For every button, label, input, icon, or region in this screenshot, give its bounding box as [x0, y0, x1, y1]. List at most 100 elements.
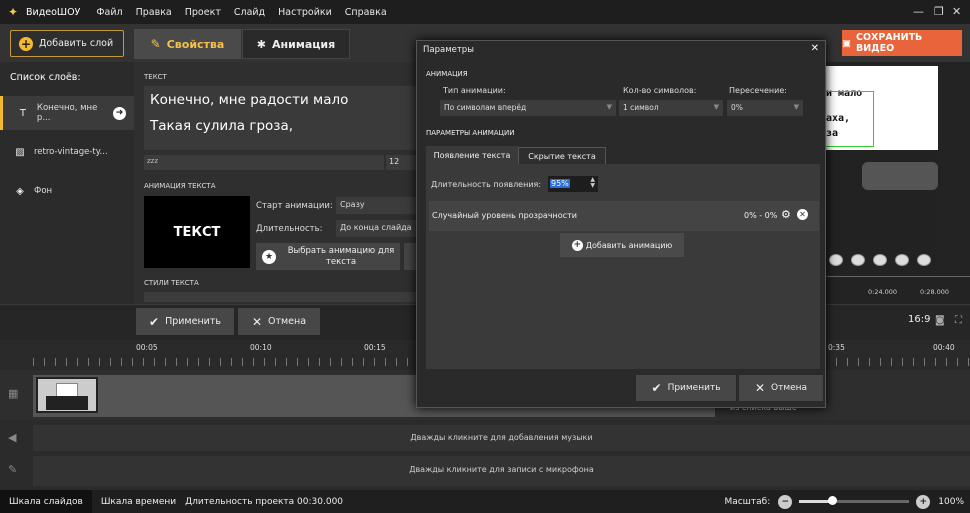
add-animation-label: Добавить анимацию	[585, 240, 673, 250]
add-animation-button[interactable]: + Добавить анимацию	[560, 233, 684, 257]
effect-range: 0% - 0%	[744, 211, 778, 220]
menu-project[interactable]: Проект	[185, 7, 221, 18]
appear-duration-label: Длительность появления:	[431, 180, 542, 189]
layer-label: Конечно, мне р...	[36, 103, 98, 123]
font-select[interactable]: zzz	[144, 155, 384, 170]
extra-button[interactable]	[404, 243, 416, 270]
save-video-label: СОХРАНИТЬ ВИДЕО	[855, 32, 923, 54]
layer-item-text[interactable]: T Конечно, мне р... ➜	[0, 96, 134, 130]
appear-panel	[426, 164, 820, 369]
cancel-button[interactable]: ✕ Отмена	[238, 308, 320, 335]
dialog-cancel-label: Отмена	[771, 383, 808, 393]
choose-animation-button[interactable]: ★ Выбрать анимацию для текста	[256, 243, 400, 270]
key	[829, 254, 843, 266]
appear-duration-input[interactable]: 95% ▲ ▼	[548, 176, 598, 192]
tab-time-scale[interactable]: Шкала времени	[92, 490, 185, 513]
preview-line-3: за	[826, 128, 839, 139]
fullscreen-icon[interactable]: ⛶	[955, 315, 962, 326]
text-line-2: Такая сулила гроза,	[150, 118, 294, 134]
thumb-paper	[56, 383, 78, 397]
text-section-label: ТЕКСТ	[144, 73, 167, 81]
zoom-slider-handle[interactable]	[828, 496, 838, 505]
check-icon: ✔	[149, 314, 160, 329]
music-hint: Дважды кликните для добавления музыки	[410, 433, 593, 442]
font-size-select[interactable]: 12	[386, 155, 416, 170]
duration-label: Длительность:	[256, 224, 323, 234]
status-bar: Шкала слайдов Шкала времени Длительность…	[0, 490, 970, 513]
layer-item-background[interactable]: ◈ Фон	[0, 174, 134, 208]
menu-settings[interactable]: Настройки	[278, 7, 332, 18]
text-input[interactable]: Конечно, мне радости мало Такая сулила г…	[144, 86, 416, 150]
layer-item-image[interactable]: ▨ retro-vintage-ty...	[0, 135, 134, 169]
film-icon: ▣	[842, 37, 851, 49]
duration-select[interactable]: До конца слайда	[336, 220, 416, 237]
star-icon: ★	[262, 249, 276, 264]
cancel-label: Отмена	[268, 316, 307, 327]
save-video-button[interactable]: ▣ СОХРАНИТЬ ВИДЕО	[842, 30, 962, 56]
edit-icon: ✎	[150, 37, 161, 51]
animation-type-select[interactable]: По символам вперёд ▼	[440, 100, 616, 116]
app-logo-icon: ✦	[7, 5, 19, 19]
zoom-out-icon[interactable]: −	[778, 494, 793, 509]
overlap-label: Пересечение:	[729, 86, 787, 95]
menu-slide[interactable]: Слайд	[234, 7, 265, 18]
key	[917, 254, 931, 266]
dialog-apply-button[interactable]: ✔ Применить	[636, 375, 736, 401]
snapshot-icon[interactable]: ◙	[935, 315, 945, 326]
minimize-icon[interactable]: —	[913, 5, 924, 18]
add-layer-label: Добавить слой	[39, 38, 114, 49]
effect-name: Случайный уровень прозрачности	[432, 211, 577, 220]
symbol-count-select[interactable]: 1 символ ▼	[619, 100, 723, 116]
aspect-ratio[interactable]: 16:9	[908, 314, 930, 325]
tab-animation[interactable]: ✱ Анимация	[242, 29, 350, 59]
layer-label: Фон	[34, 186, 53, 196]
add-layer-button[interactable]: + Добавить слой	[10, 30, 124, 57]
preview-line-2: аха,	[826, 113, 851, 124]
effect-row[interactable]: Случайный уровень прозрачности 0% - 0% ⚙…	[429, 201, 819, 231]
tab-properties[interactable]: ✎ Свойства	[134, 29, 241, 59]
close-icon[interactable]: ✕	[811, 43, 819, 54]
menu-edit[interactable]: Правка	[136, 7, 172, 18]
start-anim-label: Старт анимации:	[256, 201, 333, 211]
start-anim-select[interactable]: Сразу	[336, 197, 416, 214]
menu-file[interactable]: Файл	[96, 7, 122, 18]
clip-thumbnail[interactable]	[36, 377, 98, 413]
plus-icon: +	[19, 36, 33, 51]
type-value: По символам вперёд	[444, 103, 527, 112]
arrow-right-icon[interactable]: ➜	[113, 106, 126, 120]
text-line-1: Конечно, мне радости мало	[150, 92, 349, 108]
tab-slide-scale[interactable]: Шкала слайдов	[0, 490, 92, 513]
key	[873, 254, 887, 266]
tab-appear[interactable]: Появление текста	[426, 146, 518, 164]
parameters-dialog: Параметры ✕ АНИМАЦИЯ Тип анимации: По си…	[416, 40, 826, 408]
scale-label: Масштаб:	[724, 496, 771, 507]
spin-icon[interactable]: ▲ ▼	[590, 177, 595, 189]
layers-title: Список слоёв:	[10, 72, 81, 83]
animation-preview[interactable]: ТЕКСТ	[144, 196, 250, 268]
tab-properties-label: Свойства	[166, 37, 225, 51]
tab-animation-label: Анимация	[272, 37, 336, 51]
styles-label: СТИЛИ ТЕКСТА	[144, 279, 199, 287]
tab-hide[interactable]: Скрытие текста	[518, 147, 606, 165]
restore-icon[interactable]: ❐	[934, 5, 944, 18]
dialog-cancel-button[interactable]: ✕ Отмена	[739, 375, 823, 401]
text-icon: T	[19, 107, 27, 119]
tick-label: 00:40	[933, 343, 955, 352]
choose-animation-label: Выбрать анимацию для текста	[287, 245, 395, 267]
zoom-in-icon[interactable]: +	[916, 494, 931, 509]
mini-ruler-labels: 0:24.000 0:28.000	[822, 288, 970, 302]
apply-button[interactable]: ✔ Применить	[136, 308, 234, 335]
plus-icon: +	[571, 239, 583, 251]
remove-icon[interactable]: ✕	[797, 209, 808, 220]
menu-help[interactable]: Справка	[345, 7, 387, 18]
thumb-typewriter	[46, 396, 88, 410]
count-label: Кол-во символов:	[623, 86, 697, 95]
overlap-select[interactable]: 0% ▼	[727, 100, 803, 116]
close-icon[interactable]: ✕	[952, 5, 961, 18]
zoom-slider[interactable]	[799, 496, 910, 505]
chevron-down-icon: ▼	[606, 103, 612, 111]
anim-text-label: АНИМАЦИЯ ТЕКСТА	[144, 182, 216, 190]
gear-icon[interactable]: ⚙	[781, 208, 791, 221]
styles-strip[interactable]	[144, 292, 416, 302]
tick-label: 0:35	[828, 343, 845, 352]
